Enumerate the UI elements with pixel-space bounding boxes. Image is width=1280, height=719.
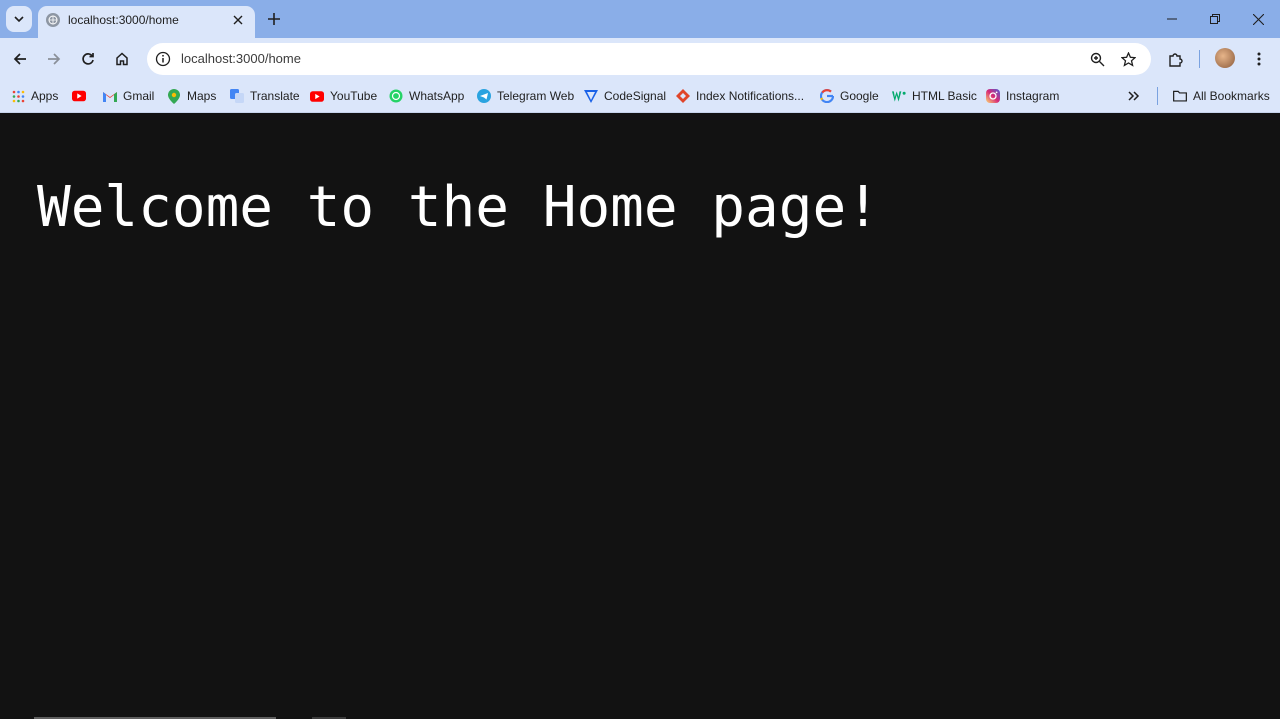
bookmark-label: Maps — [187, 89, 217, 103]
chevron-down-icon — [14, 16, 24, 23]
bookmarks-bar: Apps Gmail Maps Translate YouTube WhatsA… — [0, 80, 1280, 113]
page-viewport: Welcome to the Home page! — [0, 113, 1280, 719]
bookmark-gmail[interactable]: Gmail — [103, 87, 154, 105]
zoom-icon[interactable] — [1087, 49, 1107, 69]
close-icon — [1252, 13, 1264, 25]
plus-icon — [268, 13, 280, 25]
bookmark-index-notifications[interactable]: Index Notifications... — [676, 87, 804, 105]
google-icon — [820, 89, 834, 103]
bookmark-label: HTML Basic — [912, 89, 977, 103]
bookmark-label: Translate — [250, 89, 300, 103]
instagram-icon — [986, 89, 1000, 103]
home-icon — [116, 52, 128, 66]
telegram-icon — [477, 89, 491, 103]
bookmark-label: WhatsApp — [409, 89, 465, 103]
bookmark-youtube[interactable]: YouTube — [310, 87, 377, 105]
tab-active[interactable]: localhost:3000/home — [38, 6, 255, 38]
maps-icon — [167, 88, 181, 104]
close-icon — [233, 15, 243, 25]
bookmark-star-icon[interactable] — [1118, 49, 1138, 69]
url-text: localhost:3000/home — [181, 51, 301, 66]
bookmark-html-basic[interactable]: HTML Basic — [892, 87, 977, 105]
minimize-icon — [1167, 18, 1177, 20]
bookmark-telegram[interactable]: Telegram Web — [477, 87, 574, 105]
all-bookmarks-label: All Bookmarks — [1193, 89, 1270, 103]
tab-title: localhost:3000/home — [68, 13, 179, 27]
page-heading: Welcome to the Home page! — [37, 175, 880, 240]
bookmark-label: Index Notifications... — [696, 89, 805, 103]
address-bar[interactable]: localhost:3000/home — [147, 43, 1151, 75]
toolbar-divider — [1199, 50, 1200, 68]
puzzle-icon — [1169, 53, 1183, 67]
tab-close-button[interactable] — [229, 11, 247, 29]
bookmark-google[interactable]: Google — [820, 87, 879, 105]
bookmarks-overflow-button[interactable] — [1128, 87, 1140, 105]
bookmark-label: Telegram Web — [497, 89, 575, 103]
codesignal-icon — [584, 89, 598, 103]
translate-icon — [230, 89, 244, 103]
restore-button[interactable] — [1193, 0, 1237, 38]
reload-button[interactable] — [73, 44, 103, 74]
back-button[interactable] — [5, 44, 35, 74]
bookmark-whatsapp[interactable]: WhatsApp — [389, 87, 464, 105]
home-button[interactable] — [107, 44, 137, 74]
bookmark-label: Gmail — [123, 89, 155, 103]
bookmark-label: YouTube — [330, 89, 378, 103]
arrow-left-icon — [13, 53, 26, 65]
title-bar: localhost:3000/home — [0, 0, 1280, 38]
extensions-button[interactable] — [1161, 44, 1191, 74]
globe-icon — [46, 13, 60, 27]
bookmark-instagram[interactable]: Instagram — [986, 87, 1059, 105]
restore-icon — [1210, 14, 1220, 24]
bookmark-apps[interactable]: Apps — [11, 87, 58, 105]
minimize-button[interactable] — [1150, 0, 1194, 38]
bookmark-label: Instagram — [1006, 89, 1060, 103]
bookmark-label: CodeSignal — [604, 89, 667, 103]
forward-button[interactable] — [39, 44, 69, 74]
gmail-icon — [103, 89, 117, 103]
whatsapp-icon — [389, 89, 403, 103]
menu-button[interactable] — [1244, 44, 1274, 74]
apps-grid-icon — [11, 89, 25, 103]
close-window-button[interactable] — [1236, 0, 1280, 38]
bookmark-youtube-icon-only[interactable] — [72, 87, 86, 105]
site-info-icon[interactable] — [153, 49, 173, 69]
profile-avatar[interactable] — [1215, 48, 1235, 68]
bookmark-maps[interactable]: Maps — [167, 87, 216, 105]
reload-icon — [82, 53, 94, 65]
new-tab-button[interactable] — [263, 8, 285, 30]
index-icon — [676, 89, 690, 103]
youtube-icon — [310, 89, 324, 103]
bookmark-translate[interactable]: Translate — [230, 87, 300, 105]
more-vert-icon — [1257, 52, 1261, 66]
bookmark-codesignal[interactable]: CodeSignal — [584, 87, 666, 105]
bookmark-label: Google — [840, 89, 879, 103]
chevron-double-right-icon — [1128, 91, 1140, 101]
all-bookmarks-button[interactable]: All Bookmarks — [1173, 87, 1270, 105]
youtube-icon — [72, 89, 86, 103]
arrow-right-icon — [48, 53, 61, 65]
w3schools-icon — [892, 89, 906, 103]
tab-search-button[interactable] — [6, 6, 32, 32]
bookmarks-divider — [1157, 87, 1158, 105]
bookmark-label: Apps — [31, 89, 59, 103]
toolbar: localhost:3000/home — [0, 38, 1280, 80]
folder-icon — [1173, 89, 1187, 103]
